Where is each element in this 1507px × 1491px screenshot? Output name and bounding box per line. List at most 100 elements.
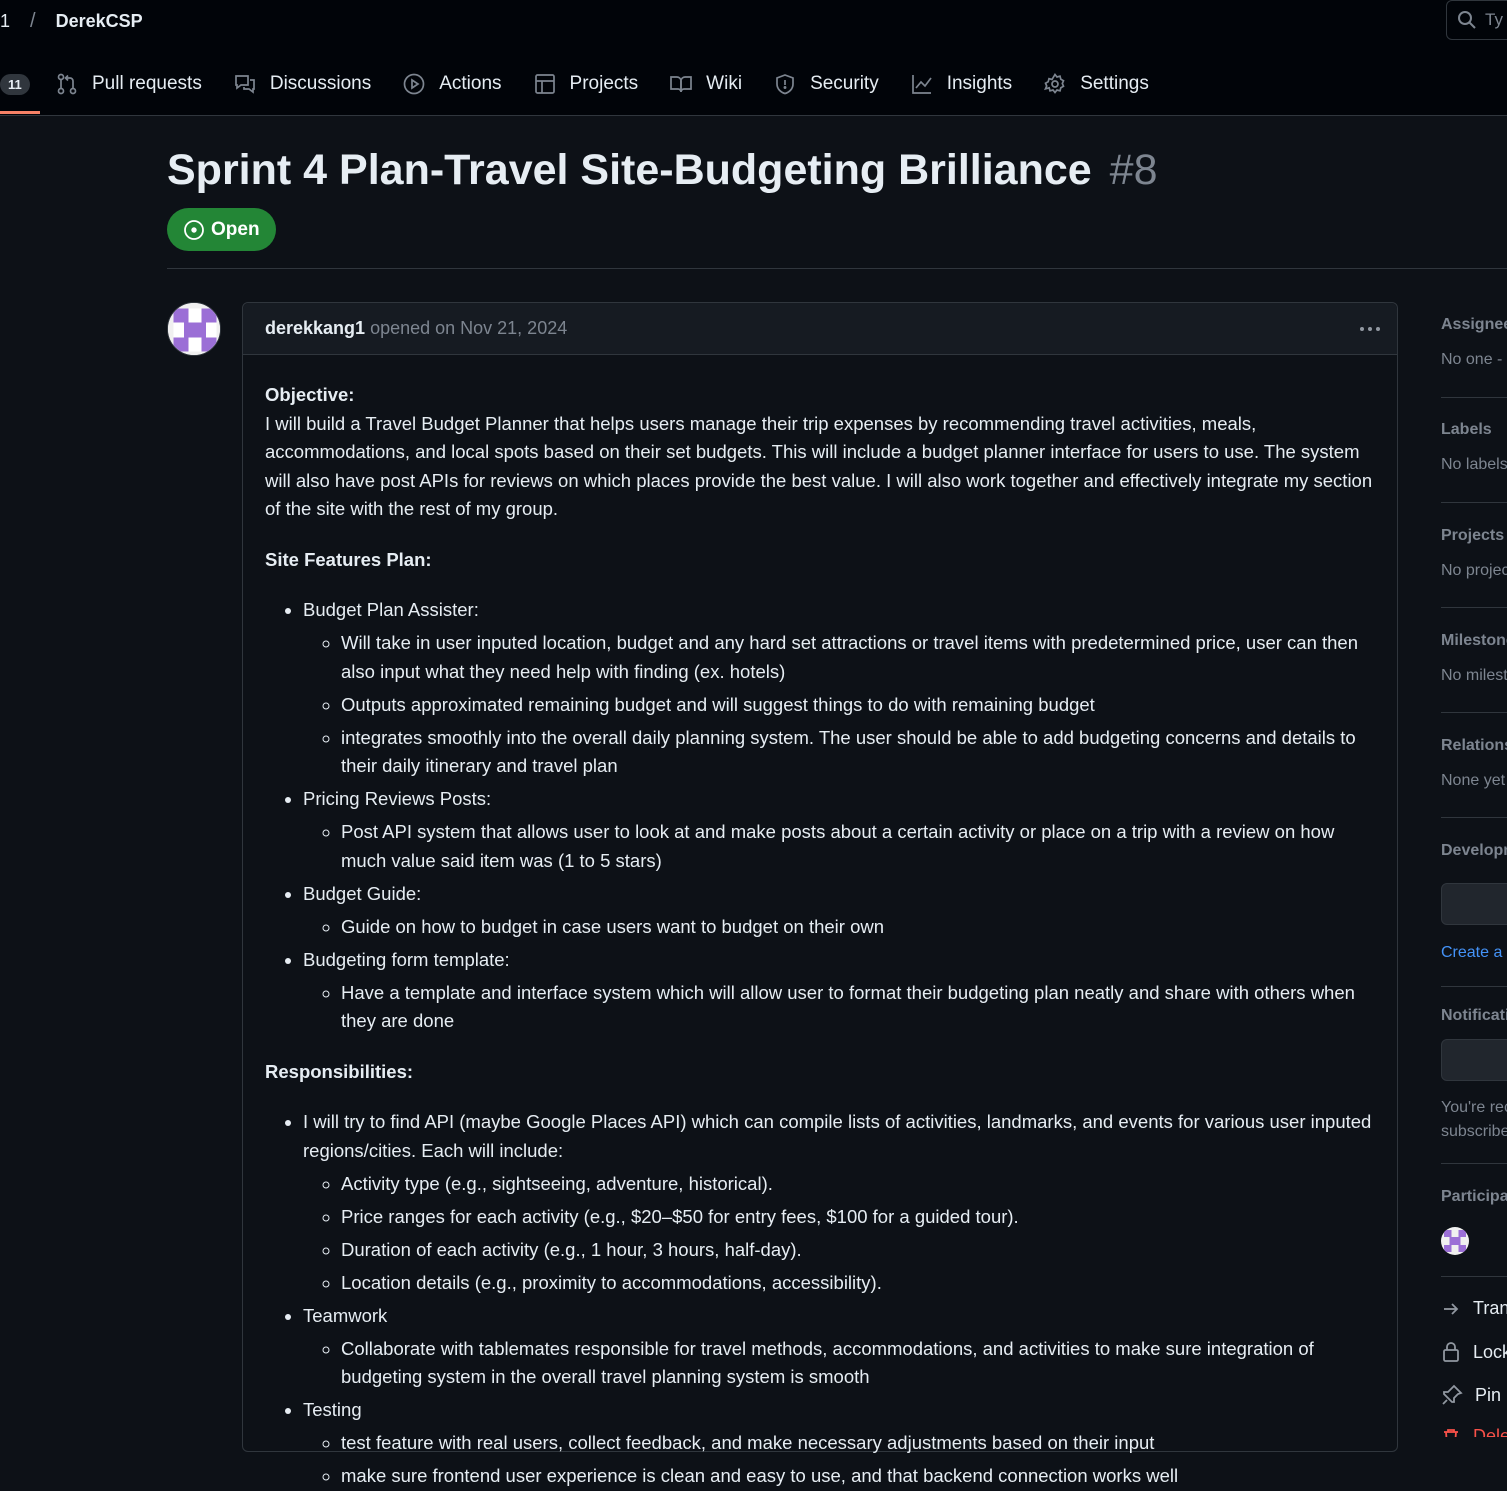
delete-issue-button[interactable]: Delete issue [1441, 1426, 1507, 1437]
tab-insights[interactable]: Insights [895, 62, 1028, 106]
tab-issues[interactable]: 11 [0, 62, 40, 114]
issue-title-text: Sprint 4 Plan-Travel Site-Budgeting Bril… [167, 146, 1092, 194]
tab-pull-requests[interactable]: Pull requests [40, 62, 218, 106]
sub-list-item: Activity type (e.g., sightseeing, advent… [341, 1170, 1375, 1199]
subscribe-button[interactable] [1441, 1039, 1507, 1081]
sub-list-item: Guide on how to budget in case users wan… [341, 913, 1375, 942]
tab-security[interactable]: Security [758, 62, 895, 106]
features-heading-paragraph: Site Features Plan: [265, 546, 1375, 575]
notifications-section: Notifications [1441, 1007, 1507, 1025]
issue-body-comment: derekkang1 opened on Nov 21, 2024 Object… [242, 302, 1398, 1486]
book-icon [670, 76, 693, 93]
create-branch-link[interactable]: Create a branch [1441, 944, 1507, 962]
milestone-heading: Milestone [1441, 632, 1507, 649]
graph-icon [911, 75, 932, 94]
tab-label: Security [810, 73, 879, 94]
participants-section: Participants [1441, 1188, 1507, 1206]
development-heading: Development [1441, 842, 1507, 859]
labels-section[interactable]: Labels No labels [1441, 421, 1507, 474]
arrow-right-icon [1444, 1302, 1459, 1315]
shield-icon [776, 74, 794, 95]
features-heading: Site Features Plan: [265, 548, 432, 570]
list-item: Teamwork Collaborate with tablemates res… [303, 1302, 1375, 1392]
relationships-section[interactable]: Relationships None yet [1441, 737, 1507, 790]
pin-icon [1442, 1384, 1463, 1405]
sub-list-item: Duration of each activity (e.g., 1 hour,… [341, 1236, 1375, 1265]
header-divider [167, 268, 1507, 269]
sub-list: Activity type (e.g., sightseeing, advent… [303, 1170, 1375, 1298]
comment-body: Objective: I will build a Travel Budget … [243, 355, 1397, 1491]
sub-list: Have a template and interface system whi… [303, 979, 1375, 1036]
sub-list-item: Collaborate with tablemates responsible … [341, 1335, 1375, 1392]
relationships-heading: Relationships [1441, 737, 1507, 754]
tab-projects[interactable]: Projects [518, 62, 655, 106]
search-placeholder: Ty [1485, 10, 1503, 29]
sub-list-item: Will take in user inputed location, budg… [341, 629, 1375, 686]
issue-open-icon [184, 219, 204, 240]
breadcrumb-repo-fragment[interactable]: 1 [0, 11, 10, 32]
tab-actions[interactable]: Actions [387, 62, 517, 106]
tab-discussions[interactable]: Discussions [218, 62, 387, 106]
list-item-label: I will try to find API (maybe Google Pla… [303, 1111, 1372, 1161]
assignees-value: No one - [1441, 351, 1503, 368]
notification-text-2: subscribed [1441, 1123, 1507, 1140]
lock-icon [1443, 1342, 1459, 1362]
sub-list-item: Location details (e.g., proximity to acc… [341, 1269, 1375, 1298]
assignees-section[interactable]: Assignees No one - [1441, 316, 1507, 369]
development-section: Development [1441, 842, 1507, 860]
assignees-heading: Assignees [1441, 316, 1507, 333]
sidebar-divider [1441, 712, 1507, 713]
search-icon [1458, 11, 1476, 29]
sub-list-item: Outputs approximated remaining budget an… [341, 691, 1375, 720]
features-list: Budget Plan Assister: Will take in user … [265, 596, 1375, 1036]
labels-heading: Labels [1441, 421, 1492, 438]
list-item: Budgeting form template: Have a template… [303, 946, 1375, 1036]
list-item: I will try to find API (maybe Google Pla… [303, 1108, 1375, 1297]
sub-list-item: Price ranges for each activity (e.g., $2… [341, 1203, 1375, 1232]
comment-author[interactable]: derekkang1 [265, 318, 365, 339]
avatar[interactable] [167, 302, 221, 356]
breadcrumb-owner[interactable]: DerekCSP [56, 11, 143, 32]
notification-text-1: You're receiving [1441, 1099, 1507, 1116]
pin-issue-button[interactable]: Pin issue [1441, 1384, 1507, 1406]
sub-list: Collaborate with tablemates responsible … [303, 1335, 1375, 1392]
comment-timestamp: opened on Nov 21, 2024 [370, 318, 568, 338]
play-circle-icon [403, 73, 425, 95]
kebab-menu-icon[interactable] [1357, 317, 1383, 341]
list-item-label: Teamwork [303, 1304, 388, 1326]
tab-label: Wiki [706, 73, 743, 94]
sidebar-divider [1441, 986, 1507, 987]
tab-label: Actions [439, 73, 502, 94]
tab-label: Settings [1080, 73, 1149, 94]
lock-conversation-button[interactable]: Lock conversation [1441, 1341, 1507, 1363]
transfer-issue-button[interactable]: Transfer issue [1441, 1298, 1507, 1319]
search-input[interactable]: Ty [1446, 0, 1507, 40]
sidebar-divider [1441, 817, 1507, 818]
trash-icon [1444, 1428, 1458, 1437]
tab-wiki[interactable]: Wiki [654, 62, 758, 106]
sub-list-item: Post API system that allows user to look… [341, 818, 1375, 875]
sub-list-item: integrates smoothly into the overall dai… [341, 724, 1375, 781]
milestone-value: No milestone [1441, 667, 1507, 684]
issue-number: #8 [1109, 146, 1158, 194]
sidebar-divider [1441, 607, 1507, 608]
list-item-label: Pricing Reviews Posts: [303, 788, 492, 809]
milestone-section[interactable]: Milestone No milestone [1441, 632, 1507, 685]
sub-list-item: make sure frontend user experience is cl… [341, 1462, 1375, 1491]
breadcrumb-separator: / [30, 9, 36, 32]
action-label: Lock conversation [1473, 1341, 1507, 1362]
responsibilities-list: I will try to find API (maybe Google Pla… [265, 1108, 1375, 1491]
tab-label: Projects [569, 73, 639, 94]
development-dropdown[interactable] [1441, 883, 1507, 925]
responsibilities-heading-paragraph: Responsibilities: [265, 1058, 1375, 1087]
list-item: Budget Plan Assister: Will take in user … [303, 596, 1375, 781]
participant-avatar[interactable] [1441, 1227, 1469, 1255]
list-item-label: Testing [303, 1399, 362, 1420]
participants-heading: Participants [1441, 1188, 1507, 1205]
sidebar-divider [1441, 397, 1507, 398]
tab-settings[interactable]: Settings [1028, 62, 1165, 106]
objective-heading: Objective: [265, 384, 355, 405]
relationships-value: None yet [1441, 772, 1506, 789]
sub-list: Guide on how to budget in case users wan… [303, 913, 1375, 942]
projects-section[interactable]: Projects No projects [1441, 527, 1507, 580]
